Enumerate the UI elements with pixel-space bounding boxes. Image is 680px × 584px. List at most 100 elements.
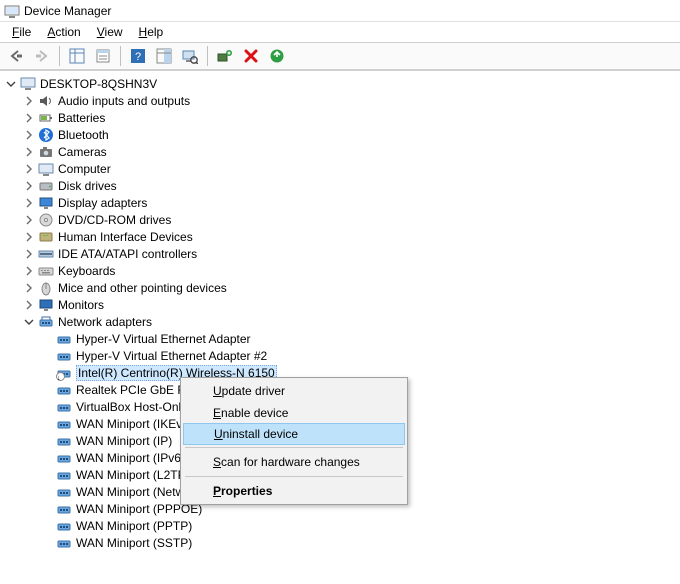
tree-device[interactable]: Hyper-V Virtual Ethernet Adapter #2 xyxy=(4,347,680,364)
network-adapter-icon xyxy=(56,501,72,517)
tree-category[interactable]: Disk drives xyxy=(4,177,680,194)
network-icon xyxy=(38,314,54,330)
mouse-icon xyxy=(38,280,54,296)
tree-category[interactable]: Bluetooth xyxy=(4,126,680,143)
expander-closed-icon[interactable] xyxy=(22,145,36,159)
context-menu-item[interactable]: Scan for hardware changes xyxy=(183,451,405,473)
tree-item-label: DESKTOP-8QSHN3V xyxy=(40,77,157,91)
tree-item-label: WAN Miniport (L2TP) xyxy=(76,468,190,482)
context-menu-item[interactable]: Enable device xyxy=(183,402,405,424)
tree-category[interactable]: Computer xyxy=(4,160,680,177)
network-adapter-icon xyxy=(56,331,72,347)
tree-device[interactable]: Hyper-V Virtual Ethernet Adapter xyxy=(4,330,680,347)
context-menu-separator xyxy=(185,447,403,448)
context-menu-item-label: Properties xyxy=(213,484,272,498)
tree-item-label: Disk drives xyxy=(58,179,117,193)
tree-item-label: Display adapters xyxy=(58,196,147,210)
tree-item-label: DVD/CD-ROM drives xyxy=(58,213,171,227)
menu-help[interactable]: Help xyxy=(131,23,172,41)
scan-hw-icon[interactable] xyxy=(178,45,202,67)
menu-view[interactable]: View xyxy=(89,23,131,41)
network-adapter-icon xyxy=(56,518,72,534)
context-menu-item-label: Enable device xyxy=(213,406,288,420)
context-menu-item[interactable]: Properties xyxy=(183,480,405,502)
properties-icon[interactable] xyxy=(91,45,115,67)
dvd-icon xyxy=(38,212,54,228)
expander-closed-icon[interactable] xyxy=(22,247,36,261)
ide-icon xyxy=(38,246,54,262)
show-hidden-icon[interactable] xyxy=(152,45,176,67)
tree-category[interactable]: Monitors xyxy=(4,296,680,313)
context-menu-item-label: Scan for hardware changes xyxy=(213,455,360,469)
tree-item-label: WAN Miniport (IPv6) xyxy=(76,451,185,465)
forward-icon[interactable] xyxy=(30,45,54,67)
tree-device[interactable]: WAN Miniport (PPTP) xyxy=(4,517,680,534)
tree-category[interactable]: DVD/CD-ROM drives xyxy=(4,211,680,228)
uninstall-icon[interactable] xyxy=(265,45,289,67)
network-adapter-icon xyxy=(56,382,72,398)
svg-text:?: ? xyxy=(135,51,141,63)
network-adapter-icon xyxy=(56,484,72,500)
tree-category[interactable]: Display adapters xyxy=(4,194,680,211)
menu-file[interactable]: File xyxy=(4,23,39,41)
tree-category[interactable]: Mice and other pointing devices xyxy=(4,279,680,296)
expander-closed-icon[interactable] xyxy=(22,213,36,227)
tree-item-label: Network adapters xyxy=(58,315,152,329)
battery-icon xyxy=(38,110,54,126)
tree-item-label: Hyper-V Virtual Ethernet Adapter xyxy=(76,332,251,346)
tree-category[interactable]: Cameras xyxy=(4,143,680,160)
tree-root-node[interactable]: DESKTOP-8QSHN3V xyxy=(4,75,680,92)
context-menu-item[interactable]: Uninstall device xyxy=(183,423,405,445)
tree-item-label: WAN Miniport (SSTP) xyxy=(76,536,192,550)
tree-device[interactable]: WAN Miniport (SSTP) xyxy=(4,534,680,551)
tree-item-label: Bluetooth xyxy=(58,128,109,142)
tree-item-label: Batteries xyxy=(58,111,105,125)
toolbar-divider xyxy=(59,46,60,66)
expander-closed-icon[interactable] xyxy=(22,281,36,295)
computer-icon xyxy=(20,76,36,92)
titlebar: Device Manager xyxy=(0,0,680,22)
bluetooth-icon xyxy=(38,127,54,143)
expander-closed-icon[interactable] xyxy=(22,196,36,210)
context-menu-item[interactable]: Update driver xyxy=(183,380,405,402)
expander-closed-icon[interactable] xyxy=(22,162,36,176)
tree-category[interactable]: IDE ATA/ATAPI controllers xyxy=(4,245,680,262)
context-menu: Update driver Enable device Uninstall devi… xyxy=(180,377,408,505)
tree-view[interactable]: DESKTOP-8QSHN3VAudio inputs and outputs B… xyxy=(0,70,680,584)
tree-item-label: Cameras xyxy=(58,145,107,159)
tree-category[interactable]: Audio inputs and outputs xyxy=(4,92,680,109)
expander-open-icon[interactable] xyxy=(4,77,18,91)
expander-closed-icon[interactable] xyxy=(22,128,36,142)
tree-category[interactable]: Keyboards xyxy=(4,262,680,279)
network-adapter-icon xyxy=(56,535,72,551)
expander-closed-icon[interactable] xyxy=(22,94,36,108)
expander-closed-icon[interactable] xyxy=(22,230,36,244)
tree-item-label: Human Interface Devices xyxy=(58,230,193,244)
computer-icon xyxy=(38,161,54,177)
menu-action[interactable]: Action xyxy=(39,23,88,41)
context-menu-separator xyxy=(185,476,403,477)
tree-item-label: Monitors xyxy=(58,298,104,312)
tree-category[interactable]: Human Interface Devices xyxy=(4,228,680,245)
display-icon xyxy=(38,195,54,211)
expander-closed-icon[interactable] xyxy=(22,111,36,125)
context-menu-item-label: Uninstall device xyxy=(214,427,298,441)
monitor-icon xyxy=(38,297,54,313)
expander-closed-icon[interactable] xyxy=(22,179,36,193)
tree-category-network[interactable]: Network adapters xyxy=(4,313,680,330)
show-hide-tree-icon[interactable] xyxy=(65,45,89,67)
tree-category[interactable]: Batteries xyxy=(4,109,680,126)
disable-icon[interactable] xyxy=(239,45,263,67)
back-icon[interactable] xyxy=(4,45,28,67)
expander-closed-icon[interactable] xyxy=(22,264,36,278)
toolbar-divider xyxy=(120,46,121,66)
keyboard-icon xyxy=(38,263,54,279)
hid-icon xyxy=(38,229,54,245)
help-icon[interactable]: ? xyxy=(126,45,150,67)
expander-open-icon[interactable] xyxy=(22,315,36,329)
add-legacy-icon[interactable] xyxy=(213,45,237,67)
expander-closed-icon[interactable] xyxy=(22,298,36,312)
tree-item-label: Hyper-V Virtual Ethernet Adapter #2 xyxy=(76,349,267,363)
tree-item-label: Keyboards xyxy=(58,264,115,278)
camera-icon xyxy=(38,144,54,160)
